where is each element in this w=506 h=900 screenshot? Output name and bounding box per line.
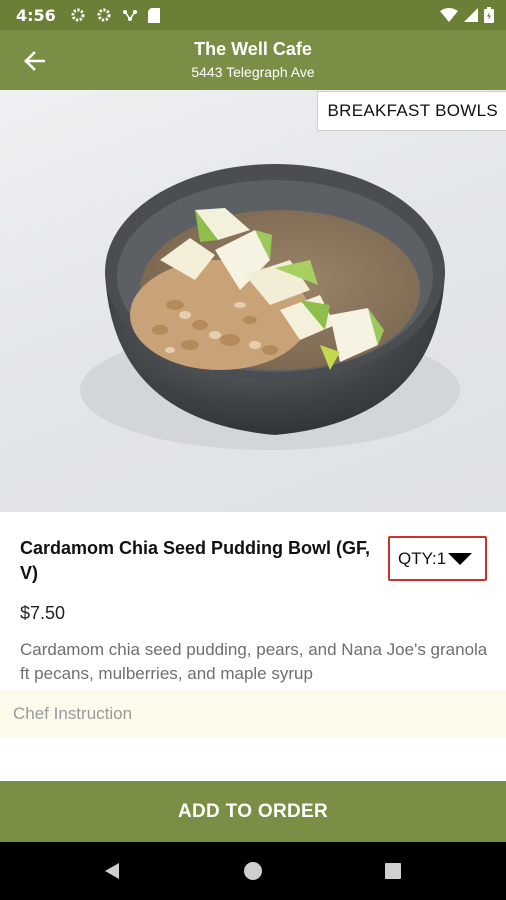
battery-icon bbox=[484, 7, 494, 23]
network-icon bbox=[122, 10, 137, 21]
gear-icon bbox=[71, 8, 85, 22]
circle-home-icon bbox=[244, 862, 262, 880]
bowl-illustration bbox=[80, 164, 460, 450]
triangle-back-icon bbox=[105, 863, 119, 879]
square-recents-icon bbox=[385, 863, 401, 879]
item-description: Cardamom chia seed pudding, pears, and N… bbox=[20, 640, 488, 683]
item-price: $7.50 bbox=[20, 603, 66, 623]
title-block: The Well Cafe 5443 Telegraph Ave bbox=[0, 38, 506, 81]
nav-back-button[interactable] bbox=[82, 842, 142, 900]
quantity-label: QTY:1 bbox=[398, 548, 447, 568]
system-nav-bar bbox=[0, 842, 506, 900]
caret-down-icon bbox=[448, 552, 473, 565]
page-title: The Well Cafe bbox=[194, 39, 312, 59]
page-subtitle: 5443 Telegraph Ave bbox=[191, 64, 315, 80]
status-time: 4:56 bbox=[16, 5, 56, 25]
item-image: BREAKFAST BOWLS bbox=[0, 90, 506, 512]
wifi-icon bbox=[440, 8, 458, 22]
screen: 4:56 The Well Cafe 5443 Telegraph Ave BR… bbox=[0, 0, 506, 900]
sd-card-icon bbox=[147, 7, 160, 23]
nav-home-button[interactable] bbox=[223, 842, 283, 900]
quantity-select[interactable]: QTY:1 bbox=[388, 536, 487, 581]
chef-instruction-input[interactable] bbox=[0, 690, 506, 738]
app-bar: The Well Cafe 5443 Telegraph Ave bbox=[0, 30, 506, 90]
nav-recents-button[interactable] bbox=[363, 842, 423, 900]
item-name: Cardamom Chia Seed Pudding Bowl (GF, V) bbox=[20, 538, 371, 583]
add-to-order-button[interactable]: ADD TO ORDER bbox=[0, 781, 506, 842]
status-icons-right bbox=[440, 7, 494, 23]
signal-icon bbox=[464, 8, 478, 22]
gear-icon bbox=[97, 8, 111, 22]
category-tag: BREAKFAST BOWLS bbox=[316, 91, 506, 131]
status-bar: 4:56 bbox=[0, 0, 506, 30]
status-icons-left bbox=[70, 7, 160, 23]
